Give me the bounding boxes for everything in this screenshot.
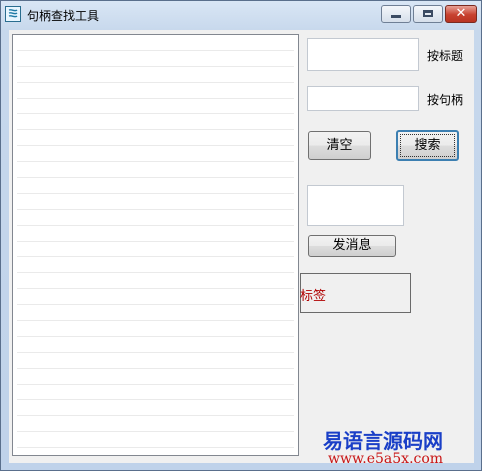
title-search-label: 按标题 bbox=[427, 49, 464, 63]
list-item[interactable] bbox=[17, 321, 294, 337]
list-item[interactable] bbox=[17, 337, 294, 353]
list-item[interactable] bbox=[17, 416, 294, 433]
list-item[interactable] bbox=[17, 114, 294, 131]
list-item[interactable] bbox=[17, 130, 294, 147]
maximize-icon bbox=[423, 10, 433, 17]
list-item[interactable] bbox=[17, 226, 294, 242]
list-item[interactable] bbox=[17, 146, 294, 163]
list-item[interactable] bbox=[17, 432, 294, 449]
list-item[interactable] bbox=[17, 385, 294, 401]
list-item[interactable] bbox=[17, 35, 294, 51]
clear-button-label: 清空 bbox=[326, 138, 353, 153]
client-area: 按标题 按句柄 清空 搜索 发消息 标签 bbox=[9, 30, 474, 463]
watermark-title: 易语言源码网 bbox=[323, 429, 443, 453]
search-button[interactable]: 搜索 bbox=[396, 130, 459, 161]
tag-groupbox: 标签 bbox=[300, 273, 411, 313]
close-icon: ✕ bbox=[455, 6, 467, 21]
handle-search-label: 按句柄 bbox=[427, 93, 464, 107]
maximize-button[interactable] bbox=[413, 5, 443, 23]
list-item[interactable] bbox=[17, 194, 294, 210]
list-item[interactable] bbox=[17, 353, 294, 369]
list-item[interactable] bbox=[17, 210, 294, 226]
list-item[interactable] bbox=[17, 400, 294, 417]
app-window: 句柄查找工具 ✕ 按标题 按句柄 清空 搜索 发消息 标签 易语言源码网 www… bbox=[0, 0, 482, 471]
send-message-button-label: 发消息 bbox=[332, 238, 372, 253]
list-item[interactable] bbox=[17, 162, 294, 179]
search-button-label: 搜索 bbox=[400, 134, 455, 157]
message-input[interactable] bbox=[307, 185, 404, 226]
title-search-input[interactable] bbox=[307, 38, 419, 71]
clear-button[interactable]: 清空 bbox=[308, 131, 371, 160]
results-list[interactable] bbox=[12, 34, 299, 456]
handle-search-input[interactable] bbox=[307, 86, 419, 111]
list-item[interactable] bbox=[17, 289, 294, 306]
minimize-icon bbox=[391, 15, 401, 18]
title-bar[interactable]: 句柄查找工具 ✕ bbox=[1, 1, 481, 29]
list-item[interactable] bbox=[17, 51, 294, 67]
list-item[interactable] bbox=[17, 257, 294, 274]
list-item[interactable] bbox=[17, 273, 294, 290]
close-button[interactable]: ✕ bbox=[445, 5, 477, 23]
list-item[interactable] bbox=[17, 83, 294, 99]
window-title: 句柄查找工具 bbox=[27, 9, 100, 23]
list-item[interactable] bbox=[17, 369, 294, 385]
minimize-button[interactable] bbox=[381, 5, 411, 23]
tag-label: 标签 bbox=[300, 289, 327, 304]
list-item[interactable] bbox=[17, 305, 294, 322]
list-item[interactable] bbox=[17, 99, 294, 115]
watermark-url: www.e5a5x.com bbox=[328, 451, 444, 467]
list-item[interactable] bbox=[17, 67, 294, 83]
list-item[interactable] bbox=[17, 242, 294, 258]
list-item[interactable] bbox=[17, 178, 294, 194]
send-message-button[interactable]: 发消息 bbox=[308, 235, 396, 257]
app-icon bbox=[5, 6, 21, 22]
